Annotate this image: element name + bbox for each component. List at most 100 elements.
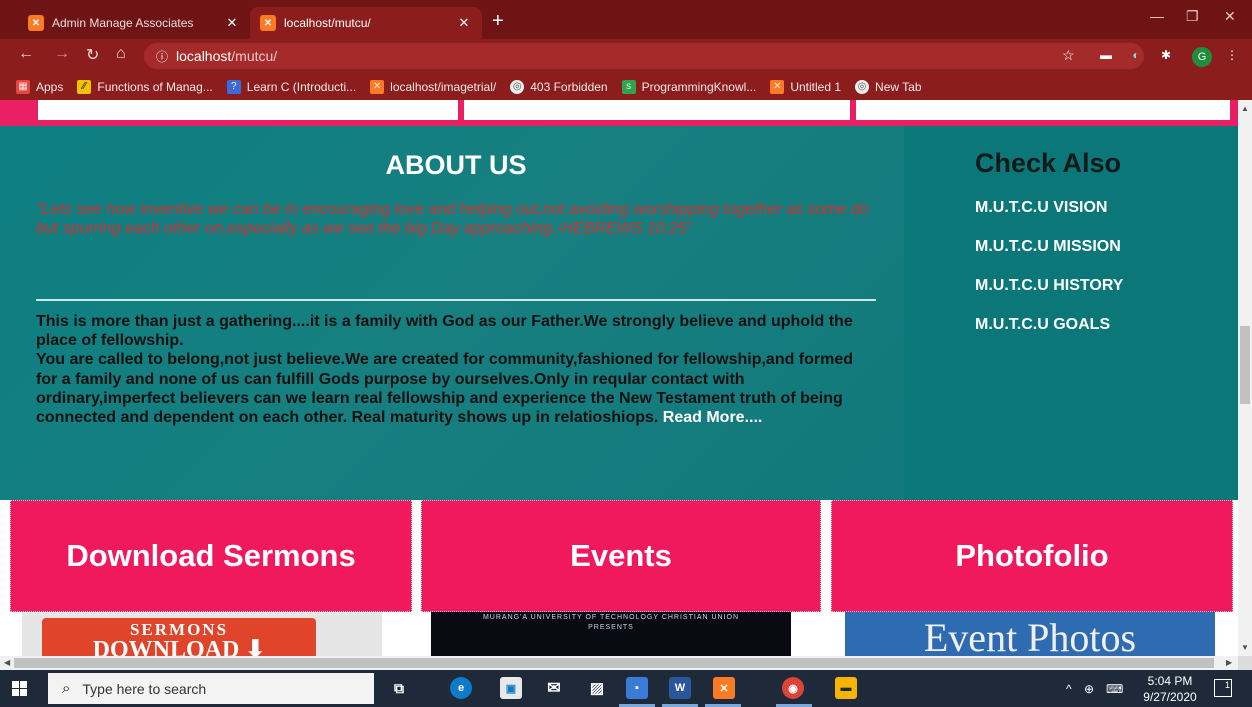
events-image-heading: MURANG'A UNIVERSITY OF TECHNOLOGY CHRIST… — [482, 614, 740, 621]
file-explorer-icon[interactable]: ▬ — [835, 677, 857, 699]
notifications-icon[interactable]: 1 — [1214, 679, 1232, 697]
bookmark-label: localhost/imagetrial/ — [390, 79, 497, 94]
app-icon[interactable]: ▪ — [626, 677, 648, 699]
tab-admin-manage-associates[interactable]: ✕ Admin Manage Associates ✕ — [18, 7, 250, 39]
card-title: Download Sermons — [10, 500, 412, 612]
forward-icon[interactable]: → — [54, 45, 70, 63]
mail-icon[interactable]: ✉ — [543, 677, 565, 699]
extension-icon[interactable]: ◐ — [1128, 48, 1144, 64]
scroll-left-icon[interactable]: ◀ — [4, 658, 10, 667]
keyboard-icon[interactable]: ⌨ — [1106, 682, 1123, 696]
cards-row: Download Sermons SERMONS DOWNLOAD ⬇ Even… — [0, 500, 1238, 656]
tab-localhost-mutcu[interactable]: ✕ localhost/mutcu/ ✕ — [250, 7, 482, 39]
reload-icon[interactable]: ↻ — [86, 45, 99, 65]
programming-icon: s — [621, 79, 636, 94]
bookmark-learn-c[interactable]: ? Learn C (Introducti... — [226, 79, 357, 94]
url-host: localhost — [176, 48, 232, 64]
top-box-strip — [0, 100, 1238, 126]
sermons-image[interactable]: SERMONS DOWNLOAD ⬇ — [22, 612, 382, 656]
bookmark-label: Learn C (Introducti... — [246, 79, 357, 94]
xampp-icon: ✕ — [260, 15, 276, 31]
about-body: This is more than just a gathering....it… — [36, 312, 876, 427]
xampp-icon: ✕ — [28, 15, 44, 31]
link-goals[interactable]: M.U.T.C.U GOALS — [975, 316, 1123, 334]
tab-label: localhost/mutcu/ — [284, 16, 371, 30]
photofolio-image[interactable]: Event Photos — [845, 612, 1215, 656]
restore-icon[interactable]: ❐ — [1186, 8, 1199, 25]
task-view-icon[interactable]: ⧉ — [388, 677, 410, 699]
close-tab-icon[interactable]: ✕ — [224, 15, 240, 31]
xampp-icon[interactable]: ✕ — [713, 677, 735, 699]
new-tab-icon[interactable]: + — [492, 10, 504, 33]
stripe-icon: ⁄⁄ — [77, 79, 92, 94]
horizontal-scrollbar[interactable]: ◀ ▶ — [0, 656, 1238, 670]
link-history[interactable]: M.U.T.C.U HISTORY — [975, 277, 1123, 295]
top-box — [464, 100, 850, 120]
link-vision[interactable]: M.U.T.C.U VISION — [975, 199, 1123, 217]
taskbar: ⌕ Type here to search ⧉ e ▣ ✉ ▨ ▪ W ✕ ◉ … — [0, 670, 1252, 707]
bookmark-label: Apps — [36, 79, 64, 94]
card-photofolio[interactable]: Photofolio Event Photos — [831, 500, 1233, 656]
clock-date: 9/27/2020 — [1143, 690, 1197, 704]
notification-count: 1 — [1224, 680, 1230, 690]
read-more-link[interactable]: Read More.... — [663, 409, 763, 426]
scroll-right-icon[interactable]: ▶ — [1226, 658, 1232, 667]
bookmark-star-icon[interactable]: ☆ — [1062, 47, 1075, 64]
check-also-title: Check Also — [975, 148, 1122, 178]
address-bar[interactable]: ⓘ localhost/mutcu/ — [144, 43, 1144, 69]
tab-label: Admin Manage Associates — [52, 16, 194, 30]
back-icon[interactable]: ← — [18, 45, 34, 63]
edge-icon[interactable]: e — [450, 677, 472, 699]
events-image-sub: PRESENTS — [588, 624, 634, 631]
taskbar-search[interactable]: ⌕ Type here to search — [48, 673, 374, 704]
about-section: ABOUT US "Lets see how inventive we can … — [0, 126, 1238, 500]
sermons-banner: SERMONS DOWNLOAD ⬇ — [42, 618, 316, 656]
menu-kebab-icon[interactable]: ⋮ — [1224, 48, 1240, 64]
scroll-thumb[interactable] — [1240, 326, 1250, 404]
word-icon[interactable]: W — [669, 677, 691, 699]
bookmark-label: New Tab — [875, 79, 922, 94]
scroll-down-icon[interactable]: ▼ — [1241, 643, 1249, 652]
bookmark-programmingknowl[interactable]: s ProgrammingKnowl... — [621, 79, 756, 94]
apps-grid-icon: ▦ — [16, 79, 30, 94]
clock-time: 5:04 PM — [1147, 674, 1193, 688]
minimize-icon[interactable]: — — [1150, 8, 1164, 24]
bookmark-imagetrial[interactable]: ✕ localhost/imagetrial/ — [370, 79, 497, 94]
store-icon[interactable]: ▣ — [500, 677, 522, 699]
info-icon[interactable]: ⓘ — [156, 48, 168, 65]
globe-icon: ◎ — [855, 79, 870, 94]
extensions-puzzle-icon[interactable]: ✱ — [1158, 48, 1174, 64]
tray-chevron-icon[interactable]: ^ — [1066, 682, 1072, 696]
close-tab-icon[interactable]: ✕ — [456, 15, 472, 31]
card-download-sermons[interactable]: Download Sermons SERMONS DOWNLOAD ⬇ — [10, 500, 412, 656]
clock[interactable]: 5:04 PM 9/27/2020 — [1140, 673, 1200, 705]
events-image[interactable]: MURANG'A UNIVERSITY OF TECHNOLOGY CHRIST… — [431, 612, 791, 656]
network-globe-icon[interactable]: ⊕ — [1084, 682, 1094, 696]
bookmark-403[interactable]: ◎ 403 Forbidden — [510, 79, 608, 94]
photos-icon[interactable]: ▨ — [586, 677, 608, 699]
learn-icon: ? — [226, 79, 241, 94]
extension-cast-icon[interactable]: ▬ — [1098, 48, 1114, 64]
card-events[interactable]: Events MURANG'A UNIVERSITY OF TECHNOLOGY… — [421, 500, 821, 656]
download-arrow-icon: ⬇ — [245, 637, 266, 656]
sermons-banner-text: DOWNLOAD — [92, 637, 240, 656]
chrome-icon[interactable]: ◉ — [782, 677, 804, 699]
bookmark-new-tab[interactable]: ◎ New Tab — [855, 79, 922, 94]
bookmark-functions[interactable]: ⁄⁄ Functions of Manag... — [77, 79, 213, 94]
xampp-icon: ✕ — [370, 79, 385, 94]
link-mission[interactable]: M.U.T.C.U MISSION — [975, 238, 1123, 256]
bookmark-label: Untitled 1 — [790, 79, 842, 94]
close-window-icon[interactable]: ✕ — [1224, 8, 1236, 25]
browser-window: ✕ Admin Manage Associates ✕ ✕ localhost/… — [0, 0, 1252, 707]
bookmark-untitled[interactable]: ✕ Untitled 1 — [770, 79, 842, 94]
windows-start-icon[interactable] — [12, 681, 27, 696]
home-icon[interactable]: ⌂ — [116, 45, 126, 63]
vertical-scrollbar[interactable]: ▲ ▼ — [1238, 100, 1252, 656]
bookmark-apps[interactable]: ▦ Apps — [16, 79, 64, 94]
tab-strip: ✕ Admin Manage Associates ✕ ✕ localhost/… — [0, 0, 1252, 39]
scroll-thumb[interactable] — [14, 658, 1214, 668]
page-viewport: ABOUT US "Lets see how inventive we can … — [0, 100, 1238, 656]
avatar[interactable]: G — [1192, 47, 1212, 67]
scroll-up-icon[interactable]: ▲ — [1241, 104, 1249, 113]
sermons-banner-line2: DOWNLOAD ⬇ — [42, 637, 316, 656]
